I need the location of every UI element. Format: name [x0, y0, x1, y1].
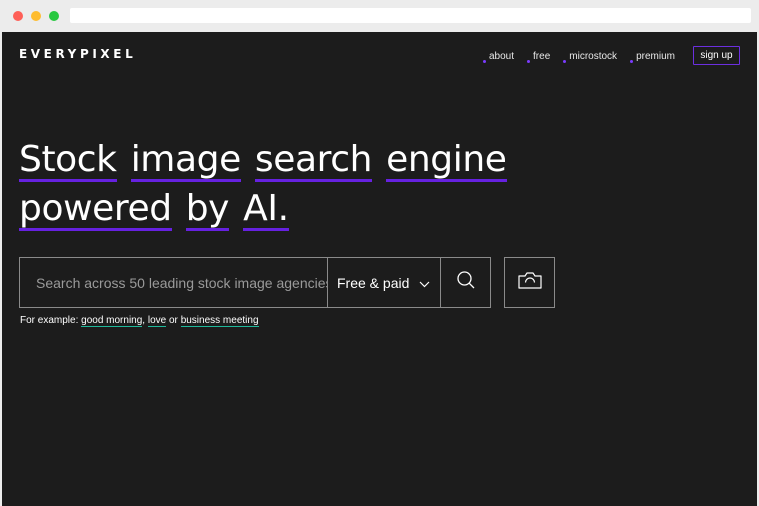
- example-link[interactable]: business meeting: [180, 315, 259, 327]
- examples-separator: ,: [142, 315, 146, 326]
- search-box: Free & paid: [19, 257, 491, 308]
- headline-word: search: [254, 139, 373, 182]
- nav-bullet-icon: [563, 59, 567, 63]
- search-input[interactable]: [20, 258, 327, 307]
- headline-word: engine: [386, 139, 507, 182]
- headline-word: image: [130, 139, 241, 182]
- camera-icon: [517, 270, 543, 295]
- headline-word: AI.: [243, 188, 289, 231]
- search-button[interactable]: [440, 258, 490, 307]
- nav-item-about[interactable]: about: [483, 50, 515, 63]
- example-link[interactable]: good morning: [81, 315, 143, 327]
- window-close-dot[interactable]: [13, 11, 23, 21]
- search-icon: [456, 270, 476, 295]
- headline-word: by: [185, 188, 230, 231]
- top-nav: about free microstock premium: [483, 47, 688, 65]
- headline-word: Stock: [19, 139, 117, 182]
- window-maximize-dot[interactable]: [49, 11, 59, 21]
- logo[interactable]: EVERYPIXEL: [19, 47, 136, 61]
- window-minimize-dot[interactable]: [31, 11, 41, 21]
- page: EVERYPIXEL about free microstock premium…: [2, 32, 757, 506]
- nav-item-free[interactable]: free: [527, 50, 551, 63]
- nav-label: about: [489, 50, 515, 62]
- nav-bullet-icon: [527, 59, 531, 63]
- search-examples: For example: good morning, love or busin…: [20, 315, 259, 327]
- license-filter-dropdown[interactable]: Free & paid: [327, 258, 440, 307]
- nav-bullet-icon: [630, 59, 634, 63]
- nav-bullet-icon: [483, 59, 486, 63]
- headline-line-1: Stock image search engine: [19, 135, 510, 184]
- headline-line-2: powered by AI.: [19, 184, 510, 233]
- examples-prefix: For example:: [20, 315, 79, 326]
- nav-item-premium[interactable]: premium: [630, 50, 675, 63]
- nav-label: premium: [636, 50, 675, 62]
- nav-label: microstock: [569, 50, 618, 62]
- filter-label: Free & paid: [337, 274, 410, 291]
- headline-word: powered: [19, 188, 172, 231]
- sign-up-button[interactable]: sign up: [693, 46, 740, 65]
- example-link[interactable]: love: [147, 315, 167, 327]
- nav-item-microstock[interactable]: microstock: [563, 50, 618, 63]
- hero-headline: Stock image search engine powered by AI.: [19, 135, 510, 233]
- examples-separator: or: [169, 315, 178, 326]
- image-search-button[interactable]: [504, 257, 555, 308]
- nav-label: free: [533, 50, 551, 62]
- browser-chrome: [0, 0, 759, 32]
- address-bar[interactable]: [70, 8, 751, 23]
- chevron-down-icon: [419, 275, 430, 291]
